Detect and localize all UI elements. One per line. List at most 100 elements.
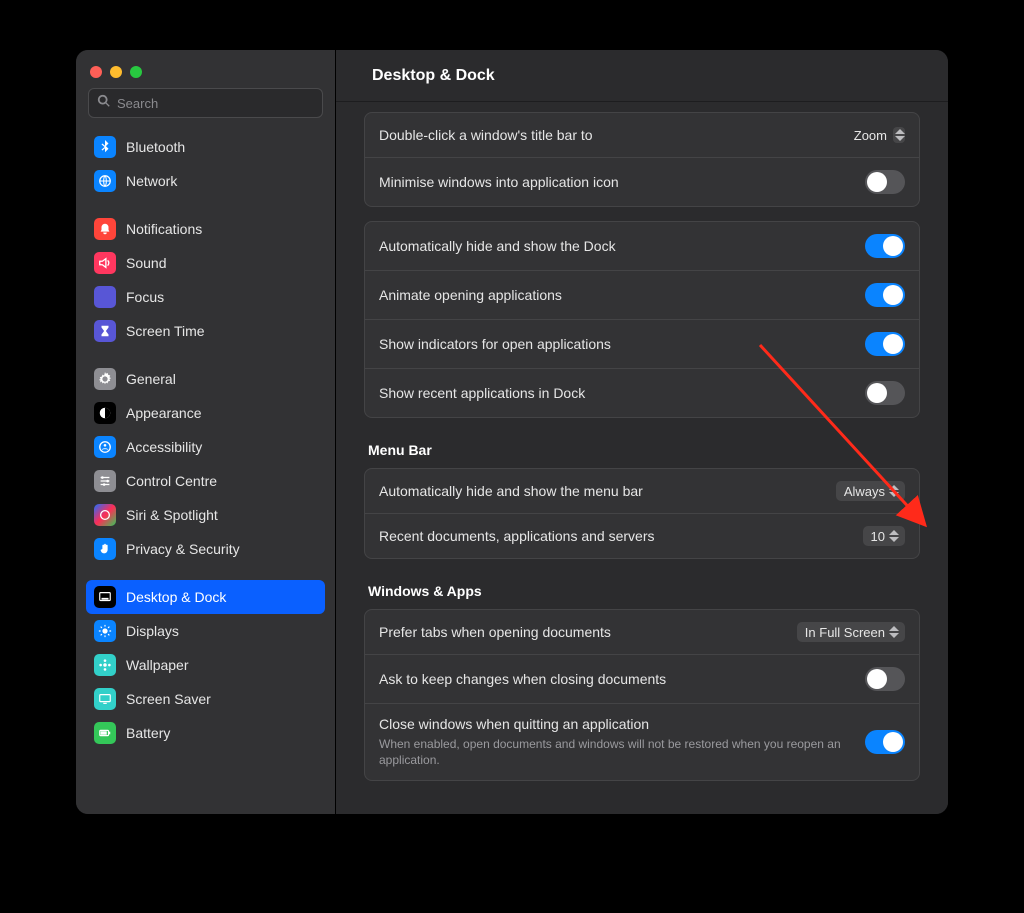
- window-controls: [76, 60, 335, 88]
- chevron-updown-icon: [889, 528, 901, 544]
- sidebar-item-network[interactable]: Network: [86, 164, 325, 198]
- row-label: Ask to keep changes when closing documen…: [379, 671, 853, 687]
- settings-card: Automatically hide and show the menu bar…: [364, 468, 920, 559]
- flower-icon: [94, 654, 116, 676]
- sidebar-item-appearance[interactable]: Appearance: [86, 396, 325, 430]
- close-button[interactable]: [90, 66, 102, 78]
- search-input[interactable]: [117, 96, 314, 111]
- settings-card: Prefer tabs when opening documents In Ful…: [364, 609, 920, 781]
- row-label: Minimise windows into application icon: [379, 174, 853, 190]
- sidebar-item-battery[interactable]: Battery: [86, 716, 325, 750]
- settings-row: Automatically hide and show the menu bar…: [365, 469, 919, 513]
- sidebar-nav: Bluetooth Network Notifications Sound Focus S…: [76, 126, 335, 814]
- globe-icon: [94, 170, 116, 192]
- sidebar-item-privacy[interactable]: Privacy & Security: [86, 532, 325, 566]
- main-content: Desktop & Dock Double-click a window's t…: [336, 50, 948, 814]
- sidebar-item-label: Desktop & Dock: [126, 589, 226, 605]
- settings-row: Recent documents, applications and serve…: [365, 513, 919, 558]
- sidebar-item-label: Focus: [126, 289, 164, 305]
- sidebar-item-label: Wallpaper: [126, 657, 189, 673]
- gear-icon: [94, 368, 116, 390]
- sidebar-item-label: Control Centre: [126, 473, 217, 489]
- settings-row: Ask to keep changes when closing documen…: [365, 654, 919, 703]
- person-icon: [94, 436, 116, 458]
- section-title: Windows & Apps: [368, 583, 916, 599]
- sliders-icon: [94, 470, 116, 492]
- hand-icon: [94, 538, 116, 560]
- row-label: Double-click a window's title bar to: [379, 127, 834, 143]
- toggle-switch[interactable]: [865, 170, 905, 194]
- sidebar-item-label: General: [126, 371, 176, 387]
- sidebar-item-label: Screen Time: [126, 323, 205, 339]
- toggle-switch[interactable]: [865, 234, 905, 258]
- row-label: Automatically hide and show the Dock: [379, 238, 853, 254]
- screen-icon: [94, 688, 116, 710]
- settings-row: Minimise windows into application icon: [365, 157, 919, 206]
- row-subtext: When enabled, open documents and windows…: [379, 736, 853, 768]
- toggle-switch[interactable]: [865, 667, 905, 691]
- sidebar-item-displays[interactable]: Displays: [86, 614, 325, 648]
- row-label: Show recent applications in Dock: [379, 385, 853, 401]
- settings-content: Double-click a window's title bar to Zoom…: [336, 102, 948, 814]
- chevron-updown-icon: [893, 127, 905, 143]
- sun-icon: [94, 620, 116, 642]
- row-label: Prefer tabs when opening documents: [379, 624, 785, 640]
- sidebar-item-label: Privacy & Security: [126, 541, 240, 557]
- toggle-switch[interactable]: [865, 730, 905, 754]
- sidebar-item-sound[interactable]: Sound: [86, 246, 325, 280]
- row-label: Recent documents, applications and serve…: [379, 528, 851, 544]
- siri-icon: [94, 504, 116, 526]
- toggle-switch[interactable]: [865, 332, 905, 356]
- sidebar-item-wallpaper[interactable]: Wallpaper: [86, 648, 325, 682]
- popup-button[interactable]: In Full Screen: [797, 622, 905, 642]
- sidebar-item-focus[interactable]: Focus: [86, 280, 325, 314]
- settings-row: Show indicators for open applications: [365, 319, 919, 368]
- sidebar-item-notif[interactable]: Notifications: [86, 212, 325, 246]
- sidebar-item-saver[interactable]: Screen Saver: [86, 682, 325, 716]
- row-label: Close windows when quitting an applicati…: [379, 716, 853, 732]
- settings-row: Close windows when quitting an applicati…: [365, 703, 919, 780]
- titlebar: Desktop & Dock: [336, 50, 948, 102]
- sidebar-item-label: Screen Saver: [126, 691, 211, 707]
- sidebar-item-label: Displays: [126, 623, 179, 639]
- section-title: Menu Bar: [368, 442, 916, 458]
- zoom-button[interactable]: [130, 66, 142, 78]
- sidebar-item-label: Siri & Spotlight: [126, 507, 218, 523]
- sidebar-item-cc[interactable]: Control Centre: [86, 464, 325, 498]
- popup-value: Always: [844, 484, 885, 499]
- popup-button[interactable]: 10: [863, 526, 905, 546]
- sidebar-item-label: Battery: [126, 725, 170, 741]
- row-label: Automatically hide and show the menu bar: [379, 483, 824, 499]
- sidebar-item-screentime[interactable]: Screen Time: [86, 314, 325, 348]
- page-title: Desktop & Dock: [372, 67, 495, 85]
- sidebar: Bluetooth Network Notifications Sound Focus S…: [76, 50, 336, 814]
- sidebar-item-label: Appearance: [126, 405, 202, 421]
- sidebar-item-siri[interactable]: Siri & Spotlight: [86, 498, 325, 532]
- popup-value: 10: [871, 529, 885, 544]
- search-field[interactable]: [88, 88, 323, 118]
- sidebar-item-label: Notifications: [126, 221, 202, 237]
- popup-button[interactable]: Zoom: [846, 125, 905, 145]
- sidebar-item-bluetooth[interactable]: Bluetooth: [86, 130, 325, 164]
- settings-row: Automatically hide and show the Dock: [365, 222, 919, 270]
- toggle-switch[interactable]: [865, 381, 905, 405]
- popup-button[interactable]: Always: [836, 481, 905, 501]
- sidebar-item-desktop[interactable]: Desktop & Dock: [86, 580, 325, 614]
- contrast-icon: [94, 402, 116, 424]
- sidebar-item-access[interactable]: Accessibility: [86, 430, 325, 464]
- search-icon: [97, 94, 117, 113]
- sidebar-item-general[interactable]: General: [86, 362, 325, 396]
- settings-card: Double-click a window's title bar to Zoom…: [364, 112, 920, 207]
- battery-icon: [94, 722, 116, 744]
- sidebar-item-label: Bluetooth: [126, 139, 185, 155]
- toggle-switch[interactable]: [865, 283, 905, 307]
- hourglass-icon: [94, 320, 116, 342]
- bell-icon: [94, 218, 116, 240]
- dock-icon: [94, 586, 116, 608]
- minimise-button[interactable]: [110, 66, 122, 78]
- system-settings-window: Bluetooth Network Notifications Sound Focus S…: [76, 50, 948, 814]
- bluetooth-icon: [94, 136, 116, 158]
- moon-icon: [94, 286, 116, 308]
- sidebar-item-label: Accessibility: [126, 439, 202, 455]
- settings-row: Show recent applications in Dock: [365, 368, 919, 417]
